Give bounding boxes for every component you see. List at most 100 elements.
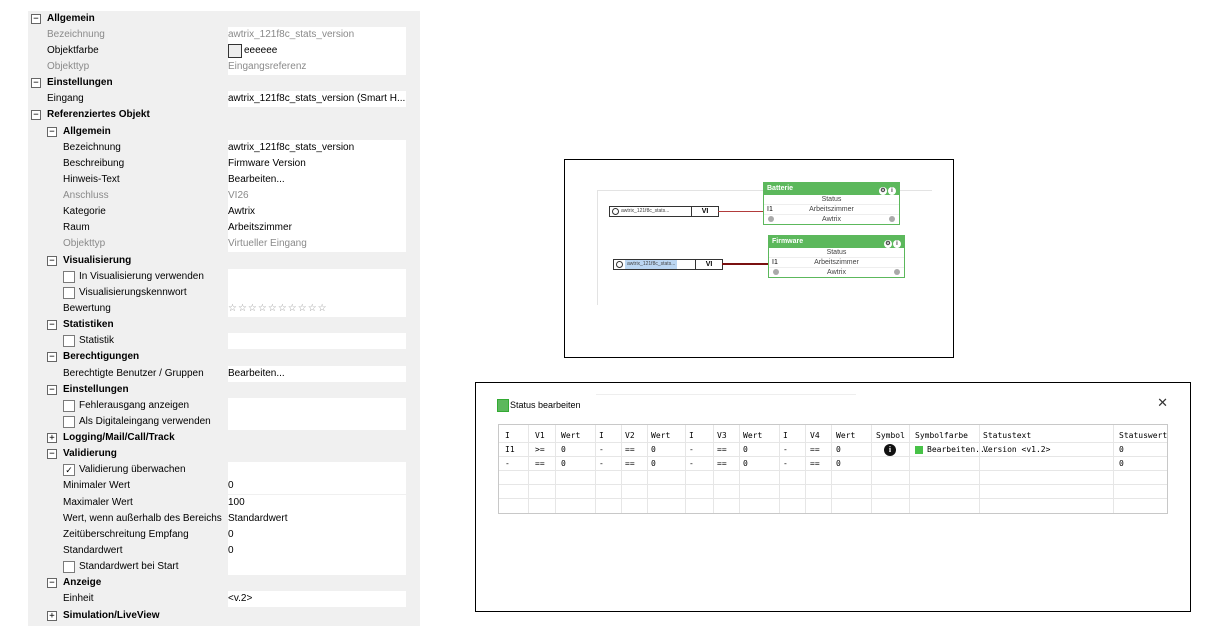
prop-row-berechtigte[interactable]: Berechtigte Benutzer / Gruppen Bearbeite… [28,366,420,382]
prop-value[interactable]: 0 [228,527,234,543]
prop-value[interactable]: Bearbeiten... [228,172,285,188]
prop-row-statistik[interactable]: Statistik [28,333,420,349]
info-icon[interactable]: i [893,240,901,248]
prop-value[interactable]: awtrix_121f8c_stats_version [228,27,354,43]
table-cell[interactable]: - [599,443,604,456]
category-logging[interactable]: + Logging/Mail/Call/Track [28,430,420,446]
table-cell[interactable]: == [810,457,820,470]
add-port-icon[interactable] [773,269,779,275]
collapse-icon[interactable]: − [47,449,57,459]
prop-value[interactable]: awtrix_121f8c_stats_version (Smart H... [228,91,405,107]
prop-row-einheit[interactable]: Einheit <v.2> [28,591,420,607]
collapse-icon[interactable]: − [31,110,41,120]
table-cell[interactable]: == [625,443,635,456]
prop-value[interactable]: Firmware Version [228,156,306,172]
table-cell[interactable]: - [505,457,510,470]
expand-icon[interactable]: + [47,611,57,621]
collapse-icon[interactable]: − [47,578,57,588]
table-cell[interactable]: == [625,457,635,470]
table-cell[interactable]: - [689,457,694,470]
table-cell[interactable]: - [783,443,788,456]
category-allgemein[interactable]: − Allgemein [28,11,420,27]
table-cell[interactable]: == [717,443,727,456]
prop-row-ref-bezeichnung[interactable]: Bezeichnung awtrix_121f8c_stats_version [28,140,420,156]
table-cell[interactable]: == [535,457,545,470]
collapse-icon[interactable]: − [47,127,57,137]
node-batterie[interactable]: Batterie ⚙ i Status I1 Arbeitszimmer Awtri… [763,182,900,225]
prop-value[interactable]: 0 [228,543,234,559]
table-cell[interactable]: >= [535,443,545,456]
prop-row-zeitueberschreitung[interactable]: Zeitüberschreitung Empfang 0 [28,527,420,543]
settings-icon[interactable]: ⚙ [879,187,887,195]
table-cell[interactable]: Version <v1.2> [983,443,1050,456]
prop-row-eingang[interactable]: Eingang awtrix_121f8c_stats_version (Sma… [28,91,420,107]
prop-value[interactable]: 0 [228,478,234,494]
settings-icon[interactable]: ⚙ [884,240,892,248]
color-swatch[interactable] [228,44,242,58]
status-dialog[interactable]: Status bearbeiten ✕ I V1 Wert I V2 Wert I V3 Wer… [475,382,1191,612]
prop-row-anschluss[interactable]: Anschluss VI26 [28,188,420,204]
prop-value[interactable]: 100 [228,495,245,511]
add-port-icon[interactable] [768,216,774,222]
prop-value[interactable]: Awtrix [228,204,255,220]
node-pin[interactable]: I1 [772,258,778,267]
collapse-icon[interactable]: − [47,385,57,395]
expand-icon[interactable]: + [47,433,57,443]
prop-row-beschreibung[interactable]: Beschreibung Firmware Version [28,156,420,172]
prop-row-standardwert[interactable]: Standardwert 0 [28,543,420,559]
prop-row-vis-kennwort[interactable]: Visualisierungskennwort [28,285,420,301]
node-firmware[interactable]: Firmware ⚙ i Status I1 Arbeitszimmer Awtri… [768,235,905,278]
collapse-icon[interactable]: − [47,352,57,362]
checkbox-fehlerausgang[interactable] [63,400,75,412]
checkbox-in-visualisierung[interactable] [63,271,75,283]
table-cell[interactable]: 0 [651,457,656,470]
input-reference-2[interactable]: awtrix_121f8c_stats... VI [613,259,723,270]
table-cell[interactable]: == [810,443,820,456]
prop-value[interactable]: <v.2> [228,591,252,607]
input-reference-1[interactable]: awtrix_121f8c_stats... VI [609,206,719,217]
info-icon[interactable]: i [888,187,896,195]
prop-row-raum[interactable]: Raum Arbeitszimmer [28,220,420,236]
prop-row-ausserhalb[interactable]: Wert, wenn außerhalb des Bereichs Standa… [28,511,420,527]
category-einstellungen[interactable]: − Einstellungen [28,75,420,91]
add-port-icon[interactable] [889,216,895,222]
prop-value[interactable]: awtrix_121f8c_stats_version [228,140,354,156]
checkbox-statistik[interactable] [63,335,75,347]
prop-row-in-visualisierung[interactable]: In Visualisierung verwenden [28,269,420,285]
prop-row-kategorie[interactable]: Kategorie Awtrix [28,204,420,220]
table-cell[interactable]: I1 [505,443,515,456]
symbol-color-swatch[interactable] [915,446,923,454]
add-port-icon[interactable] [894,269,900,275]
collapse-icon[interactable]: − [31,78,41,88]
collapse-icon[interactable]: − [47,320,57,330]
table-cell[interactable]: 0 [651,443,656,456]
prop-value[interactable]: Standardwert [228,511,287,527]
prop-row-ref-objekttyp[interactable]: Objekttyp Virtueller Eingang [28,236,420,252]
category-allgemein-sub[interactable]: − Allgemein [28,124,420,140]
table-cell[interactable]: 0 [743,443,748,456]
category-referenziertes-objekt[interactable]: − Referenziertes Objekt [28,107,420,123]
star-rating-icon[interactable]: ☆☆☆☆☆☆☆☆☆☆ [228,301,328,317]
table-cell[interactable]: 0 [1119,457,1124,470]
table-cell[interactable]: 0 [836,457,841,470]
collapse-icon[interactable]: − [31,14,41,24]
table-cell[interactable]: 0 [743,457,748,470]
table-cell[interactable]: - [783,457,788,470]
table-cell[interactable]: 0 [836,443,841,456]
category-validierung[interactable]: − Validierung [28,446,420,462]
connection-wire[interactable] [718,211,764,212]
status-table[interactable]: I V1 Wert I V2 Wert I V3 Wert I V4 Wert Symbol Symbol… [498,424,1168,514]
prop-row-standardwert-start[interactable]: Standardwert bei Start [28,559,420,575]
prop-value[interactable]: eeeeee [244,43,277,59]
logic-canvas[interactable]: awtrix_121f8c_stats... VI awtrix_121f8c_… [564,159,954,358]
prop-row-validierung-ueberwachen[interactable]: ✓ Validierung überwachen [28,462,420,478]
table-cell[interactable]: 0 [1119,443,1124,456]
table-cell[interactable]: - [689,443,694,456]
table-cell[interactable]: - [599,457,604,470]
checkbox-validierung-checked[interactable]: ✓ [63,464,75,476]
category-einstellungen-sub[interactable]: − Einstellungen [28,382,420,398]
prop-row-fehlerausgang[interactable]: Fehlerausgang anzeigen [28,398,420,414]
table-cell[interactable]: 0 [561,443,566,456]
category-berechtigungen[interactable]: − Berechtigungen [28,349,420,365]
prop-row-objektfarbe[interactable]: Objektfarbe eeeeee [28,43,420,59]
